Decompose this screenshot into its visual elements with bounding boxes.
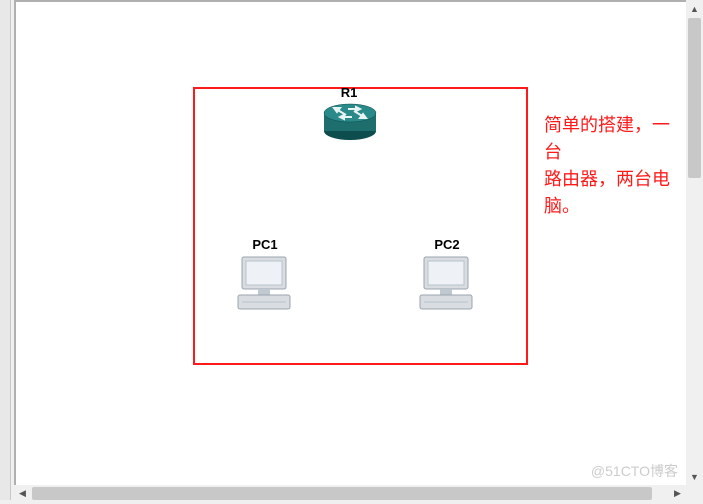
topology-canvas[interactable]: R1 PC1 bbox=[14, 0, 686, 485]
router-r1-icon[interactable] bbox=[322, 103, 378, 141]
annotation-line3: 脑。 bbox=[544, 196, 580, 216]
horizontal-scrollbar-thumb[interactable] bbox=[32, 487, 652, 500]
viewport: R1 PC1 bbox=[0, 0, 703, 504]
annotation-line2: 路由器，两台电 bbox=[544, 169, 670, 189]
pc1-label: PC1 bbox=[235, 237, 295, 252]
vertical-scrollbar[interactable]: ▲ ▼ bbox=[686, 0, 703, 485]
annotation-line1: 简单的搭建，一台 bbox=[544, 115, 670, 162]
router-r1-label: R1 bbox=[319, 85, 379, 100]
pc1-icon[interactable] bbox=[234, 255, 294, 313]
scroll-left-arrow-icon[interactable]: ◀ bbox=[14, 485, 31, 502]
watermark-text: @51CTO博客 bbox=[591, 461, 678, 481]
pc2-icon[interactable] bbox=[416, 255, 476, 313]
scroll-right-arrow-icon[interactable]: ▶ bbox=[669, 485, 686, 502]
annotation-text: 简单的搭建，一台 路由器，两台电 脑。 bbox=[544, 112, 686, 220]
pc2-label: PC2 bbox=[417, 237, 477, 252]
vertical-scrollbar-thumb[interactable] bbox=[688, 18, 701, 178]
left-gutter-panel bbox=[0, 0, 11, 500]
scroll-down-arrow-icon[interactable]: ▼ bbox=[686, 468, 703, 485]
horizontal-scrollbar[interactable]: ◀ ▶ bbox=[14, 485, 686, 502]
scroll-up-arrow-icon[interactable]: ▲ bbox=[686, 0, 703, 17]
